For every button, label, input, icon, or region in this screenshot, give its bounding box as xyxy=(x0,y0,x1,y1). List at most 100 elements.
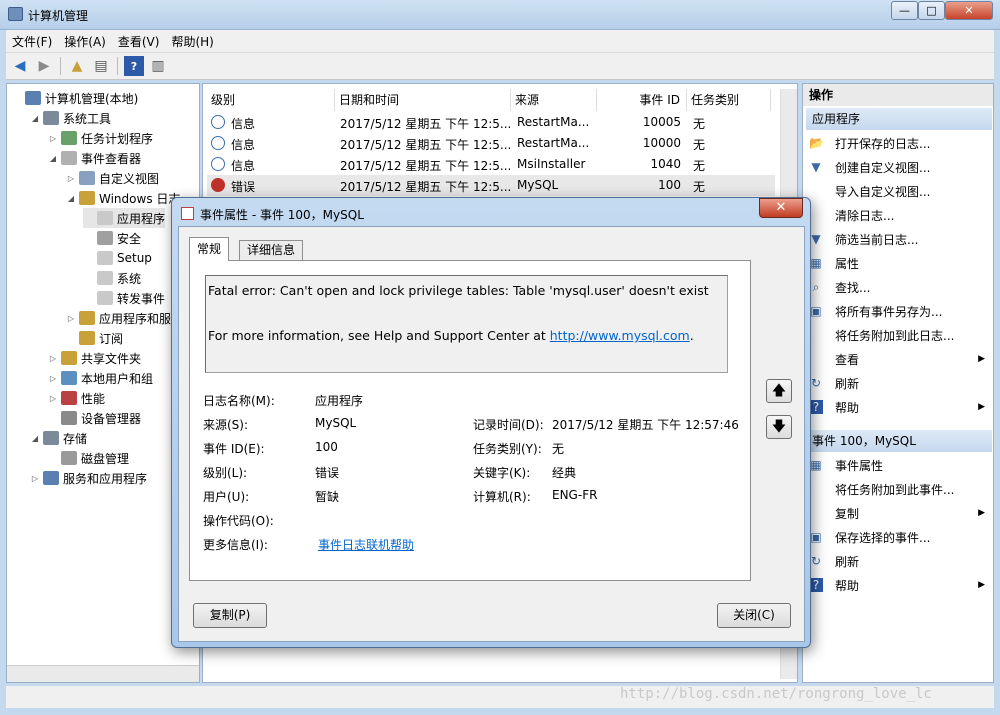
dialog-close-button[interactable]: ✕ xyxy=(759,198,803,218)
event-row[interactable]: 信息 2017/5/12 星期五 下午 12:5... RestartMa... 10… xyxy=(207,112,775,133)
tree-expander-icon[interactable]: ▷ xyxy=(65,174,77,183)
event-action-item[interactable]: ▣ 保存选择的事件... xyxy=(809,526,989,548)
next-event-button[interactable]: 🡇 xyxy=(766,415,792,439)
show-action-pane-icon[interactable]: ▥ xyxy=(148,56,168,76)
tree-item[interactable]: ◢ 系统工具 xyxy=(29,108,111,128)
event-id-value: 100 xyxy=(315,440,338,454)
mysql-link[interactable]: http://www.mysql.com xyxy=(550,328,690,343)
event-action-item[interactable]: ? 帮助 ▶ xyxy=(809,574,989,596)
forward-arrow-icon[interactable]: ▶ xyxy=(34,56,54,76)
event-id-label: 事件 ID(E): xyxy=(203,442,265,456)
action-item[interactable]: 查看 ▶ xyxy=(809,348,989,370)
tree-expander-icon[interactable]: ▷ xyxy=(47,354,59,363)
keywords-label: 关键字(K): xyxy=(473,466,531,480)
action-item[interactable]: ? 帮助 ▶ xyxy=(809,396,989,418)
previous-event-button[interactable]: 🡅 xyxy=(766,379,792,403)
tree-item[interactable]: 磁盘管理 xyxy=(47,448,129,468)
tree-expander-icon[interactable]: ▷ xyxy=(47,374,59,383)
tree-expander-icon[interactable]: ▷ xyxy=(47,134,59,143)
event-cell-level: 信息 xyxy=(231,138,256,152)
event-row[interactable]: 信息 2017/5/12 星期五 下午 12:5... MsiInstaller 10… xyxy=(207,154,775,175)
tree-expander-icon[interactable]: ▷ xyxy=(47,394,59,403)
tree-item[interactable]: ▷ 自定义视图 xyxy=(65,168,159,188)
action-icon xyxy=(809,352,823,366)
tree-item[interactable]: ◢ 事件查看器 xyxy=(47,148,141,168)
action-icon: ▦ xyxy=(810,458,822,472)
menu-item[interactable]: 文件(F) xyxy=(6,33,58,50)
logged-value: 2017/5/12 星期五 下午 12:57:46 xyxy=(552,418,739,432)
action-item[interactable]: ▼ 创建自定义视图... xyxy=(809,156,989,178)
tree-item[interactable]: ◢ Windows 日志 xyxy=(65,188,180,208)
copy-button[interactable]: 复制(P) xyxy=(193,603,267,628)
maximize-button[interactable]: □ xyxy=(918,1,945,20)
column-header[interactable]: 来源 xyxy=(511,89,597,111)
back-arrow-icon[interactable]: ◀ xyxy=(10,56,30,76)
column-header[interactable]: 事件 ID xyxy=(597,89,687,111)
up-folder-icon[interactable]: ▲ xyxy=(67,56,87,76)
tab-details[interactable]: 详细信息 xyxy=(239,240,304,261)
tree-item[interactable]: ◢ 存储 xyxy=(29,428,87,448)
event-action-item[interactable]: ↻ 刷新 xyxy=(809,550,989,572)
event-action-item[interactable]: 将任务附加到此事件... xyxy=(809,478,989,500)
tree-node-icon xyxy=(61,451,77,465)
tab-general[interactable]: 常规 xyxy=(189,237,230,261)
tree-item[interactable]: 转发事件 xyxy=(83,288,165,308)
tree-expander-icon[interactable]: ▷ xyxy=(29,474,41,483)
tree-item[interactable]: 设备管理器 xyxy=(47,408,141,428)
action-label: 将任务附加到此事件... xyxy=(835,482,955,497)
tree-item[interactable]: 计算机管理(本地) xyxy=(11,88,138,108)
action-item[interactable]: 📂 打开保存的日志... xyxy=(809,132,989,154)
event-cell-id: 10000 xyxy=(642,136,681,150)
action-item[interactable]: ▼ 筛选当前日志... xyxy=(809,228,989,250)
tree-item[interactable]: 订阅 xyxy=(65,328,123,348)
tree-item[interactable]: ▷ 共享文件夹 xyxy=(47,348,141,368)
tree-expander-icon[interactable]: ◢ xyxy=(65,194,77,203)
tree-item[interactable]: ▷ 性能 xyxy=(47,388,105,408)
column-header[interactable]: 日期和时间 xyxy=(335,89,511,111)
tree-item[interactable]: 安全 xyxy=(83,228,141,248)
tree-item[interactable]: ▷ 本地用户和组 xyxy=(47,368,153,388)
tree-expander-icon[interactable]: ◢ xyxy=(29,434,41,443)
action-item[interactable]: ▣ 将所有事件另存为... xyxy=(809,300,989,322)
task-category-label: 任务类别(Y): xyxy=(473,442,542,456)
actions-pane: 操作 应用程序 事件 100，MySQL 📂 打开保存的日志... ▼ 创建自定义视图… xyxy=(802,83,994,683)
column-header[interactable]: 任务类别 xyxy=(687,89,771,111)
show-tree-icon[interactable]: ▤ xyxy=(91,56,111,76)
action-item[interactable]: ↻ 刷新 xyxy=(809,372,989,394)
minimize-button[interactable]: — xyxy=(891,1,918,20)
menu-item[interactable]: 帮助(H) xyxy=(165,33,219,50)
action-label: 帮助 xyxy=(835,400,860,415)
tree-expander-icon[interactable]: ◢ xyxy=(47,154,59,163)
close-window-button[interactable]: ✕ xyxy=(945,1,993,20)
event-message-box[interactable]: Fatal error: Can't open and lock privile… xyxy=(205,275,728,373)
event-action-item[interactable]: 复制 ▶ xyxy=(809,502,989,524)
tree-item[interactable]: ▷ 服务和应用程序 xyxy=(29,468,147,488)
tree-horizontal-scrollbar[interactable] xyxy=(7,665,199,682)
tree-item[interactable]: ▷ 任务计划程序 xyxy=(47,128,153,148)
actions-section-application[interactable]: 应用程序 xyxy=(806,108,992,130)
action-item[interactable]: 导入自定义视图... xyxy=(809,180,989,202)
dialog-close-action-button[interactable]: 关闭(C) xyxy=(717,603,791,628)
column-header[interactable]: 级别 xyxy=(207,89,335,111)
tree-item[interactable]: 系统 xyxy=(83,268,141,288)
help-icon[interactable]: ? xyxy=(124,56,144,76)
action-item[interactable]: ▦ 属性 xyxy=(809,252,989,274)
event-row[interactable]: 错误 2017/5/12 星期五 下午 12:5... MySQL 100 无 xyxy=(207,175,775,196)
action-item[interactable]: 将任务附加到此日志... xyxy=(809,324,989,346)
action-item[interactable]: 清除日志... xyxy=(809,204,989,226)
tree-item[interactable]: Setup xyxy=(83,248,152,268)
tree-item[interactable]: ▷ 应用程序和服务 xyxy=(65,308,183,328)
tree-expander-icon[interactable]: ▷ xyxy=(65,314,77,323)
menu-item[interactable]: 操作(A) xyxy=(58,33,112,50)
action-item[interactable]: ⌕ 查找... xyxy=(809,276,989,298)
event-action-item[interactable]: ▦ 事件属性 xyxy=(809,454,989,476)
tree-expander-icon[interactable]: ◢ xyxy=(29,114,41,123)
tree-node-icon xyxy=(97,251,113,265)
action-label: 复制 xyxy=(835,506,860,521)
online-help-link[interactable]: 事件日志联机帮助 xyxy=(318,536,414,553)
actions-section-event[interactable]: 事件 100，MySQL xyxy=(806,430,992,452)
event-row[interactable]: 信息 2017/5/12 星期五 下午 12:5... RestartMa... 10… xyxy=(207,133,775,154)
menu-bar: 文件(F) 操作(A) 查看(V) 帮助(H) xyxy=(6,30,994,52)
tree-item[interactable]: 应用程序 xyxy=(83,208,166,228)
menu-item[interactable]: 查看(V) xyxy=(112,33,166,50)
